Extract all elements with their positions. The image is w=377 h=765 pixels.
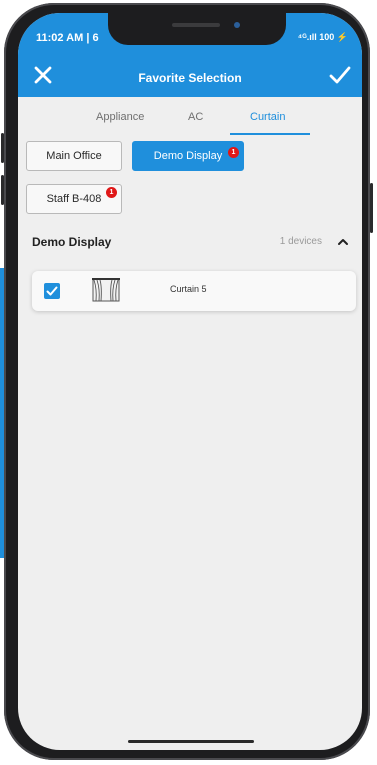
group-title: Demo Display xyxy=(32,235,112,249)
app-screen: 11:02 AM | 6 ⁴ᴳ.ıll 100 ⚡ Favorite Selec… xyxy=(18,13,362,750)
speaker-grille xyxy=(172,23,220,27)
tab-curtain[interactable]: Curtain xyxy=(250,111,285,123)
status-indicators: ⁴ᴳ.ıll 100 ⚡ xyxy=(297,32,348,42)
curtain-icon xyxy=(92,277,120,303)
category-tabs: Appliance AC Curtain xyxy=(18,111,362,139)
tab-appliance[interactable]: Appliance xyxy=(96,111,144,123)
home-indicator xyxy=(128,740,254,743)
phone-notch xyxy=(108,13,286,45)
page-title: Favorite Selection xyxy=(138,71,242,85)
power-button xyxy=(370,183,373,233)
collapse-button[interactable] xyxy=(336,235,350,249)
active-tab-indicator xyxy=(230,133,310,135)
room-chip-demo-display[interactable]: Demo Display xyxy=(132,141,244,171)
status-time: 11:02 AM | 6 xyxy=(36,32,99,44)
tab-ac[interactable]: AC xyxy=(188,111,203,123)
device-name: Curtain 5 xyxy=(170,284,207,294)
volume-up-button xyxy=(1,133,4,163)
count-badge: 1 xyxy=(228,147,239,158)
phone-frame: 11:02 AM | 6 ⁴ᴳ.ıll 100 ⚡ Favorite Selec… xyxy=(1,3,373,760)
confirm-button[interactable] xyxy=(328,64,352,86)
room-chip-label: Main Office xyxy=(46,150,102,162)
room-chip-label: Demo Display xyxy=(153,150,223,162)
volume-down-button xyxy=(1,175,4,205)
room-chip-label: Staff B-408 xyxy=(46,193,102,205)
room-chip-main-office[interactable]: Main Office xyxy=(26,141,122,171)
count-badge: 1 xyxy=(106,187,117,198)
check-icon xyxy=(329,66,351,84)
device-count: 1 devices xyxy=(279,236,322,247)
device-row[interactable]: Curtain 5 xyxy=(32,271,356,311)
app-header: 11:02 AM | 6 ⁴ᴳ.ıll 100 ⚡ Favorite Selec… xyxy=(18,13,362,97)
group-header: Demo Display 1 devices xyxy=(32,235,352,255)
front-camera xyxy=(234,22,240,28)
device-checkbox[interactable] xyxy=(44,283,60,299)
chevron-up-icon xyxy=(338,239,348,245)
checkmark-icon xyxy=(46,286,58,296)
